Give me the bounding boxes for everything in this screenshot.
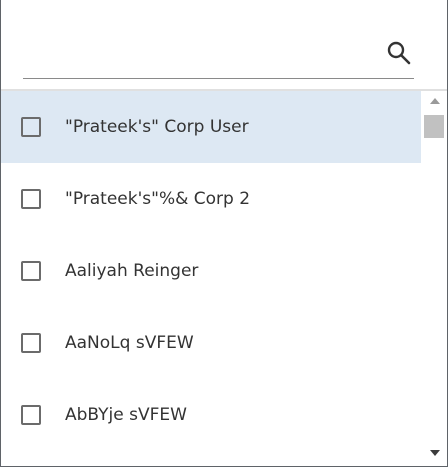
option-list: "Prateek's" Corp User "Prateek's"%& Corp… bbox=[1, 91, 421, 466]
checkbox[interactable] bbox=[21, 261, 41, 281]
search-input[interactable] bbox=[23, 38, 373, 68]
list-item[interactable]: AaNoLq sVFEW bbox=[1, 307, 421, 379]
checkbox[interactable] bbox=[21, 405, 41, 425]
search-icon[interactable] bbox=[386, 40, 412, 66]
vertical-scrollbar[interactable] bbox=[421, 91, 447, 466]
checkbox[interactable] bbox=[21, 189, 41, 209]
list-item-label: AbBYje sVFEW bbox=[65, 405, 187, 425]
list-item[interactable]: AbBYje sVFEW bbox=[1, 379, 421, 451]
scroll-down-arrow-icon[interactable] bbox=[430, 450, 440, 456]
scroll-thumb[interactable] bbox=[424, 115, 444, 138]
list-item-label: Aaliyah Reinger bbox=[65, 261, 199, 281]
list-item-label: AaNoLq sVFEW bbox=[65, 333, 194, 353]
list-item[interactable]: Aaliyah Reinger bbox=[1, 235, 421, 307]
list-item[interactable]: "Prateek's" Corp User bbox=[1, 91, 421, 163]
checkbox[interactable] bbox=[21, 117, 41, 137]
checkbox[interactable] bbox=[21, 333, 41, 353]
search-row bbox=[23, 30, 414, 79]
list-item[interactable]: "Prateek's"%& Corp 2 bbox=[1, 163, 421, 235]
scroll-up-arrow-icon[interactable] bbox=[430, 98, 440, 104]
multi-select-dropdown-panel: "Prateek's" Corp User "Prateek's"%& Corp… bbox=[1, 0, 447, 466]
list-item-label: "Prateek's" Corp User bbox=[65, 117, 249, 137]
list-item-label: "Prateek's"%& Corp 2 bbox=[65, 189, 251, 209]
